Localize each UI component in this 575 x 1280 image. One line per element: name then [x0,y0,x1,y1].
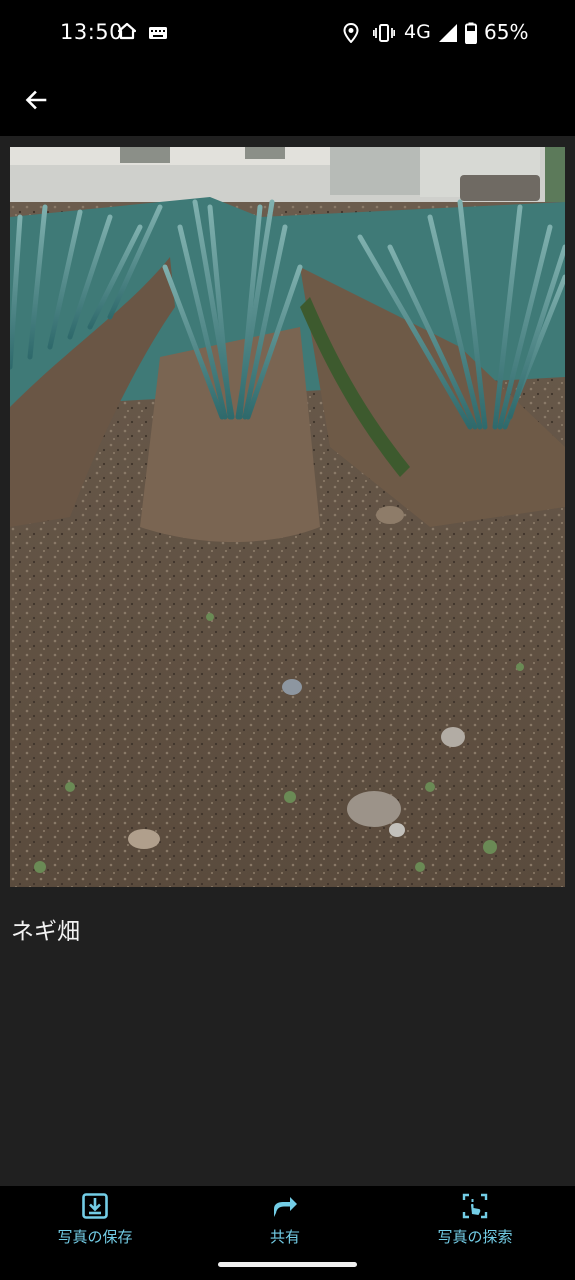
photo-viewer-screen: 13:50 4G 65% ネギ畑 写真の保存 共有 写真の探索 [0,0,575,1280]
back-button[interactable] [16,80,56,120]
share-button[interactable]: 共有 [190,1186,380,1258]
download-icon [82,1193,108,1219]
status-time: 13:50 [60,20,124,44]
photo-caption: ネギ畑 [11,919,80,945]
battery-percent: 65% [484,20,529,44]
vibrate-icon [373,24,395,42]
arrow-left-icon [25,90,47,110]
explore-photo-button[interactable]: 写真の探索 [380,1186,570,1258]
location-icon [343,23,359,43]
app-bar [0,66,575,136]
network-type: 4G [404,21,431,43]
save-photo-label: 写真の保存 [57,1228,133,1246]
explore-photo-icon [462,1193,488,1219]
gesture-nav-pill[interactable] [218,1262,357,1267]
share-label: 共有 [269,1228,300,1246]
home-icon [118,22,136,40]
status-bar: 13:50 4G 65% [0,0,575,66]
save-photo-button[interactable]: 写真の保存 [0,1186,190,1258]
photo-image[interactable] [10,147,565,887]
keyboard-icon [149,27,167,39]
signal-icon [439,24,457,42]
share-icon [274,1197,297,1217]
battery-icon [465,22,477,44]
green-onion-field-photo [10,147,565,887]
explore-photo-label: 写真の探索 [437,1228,513,1246]
